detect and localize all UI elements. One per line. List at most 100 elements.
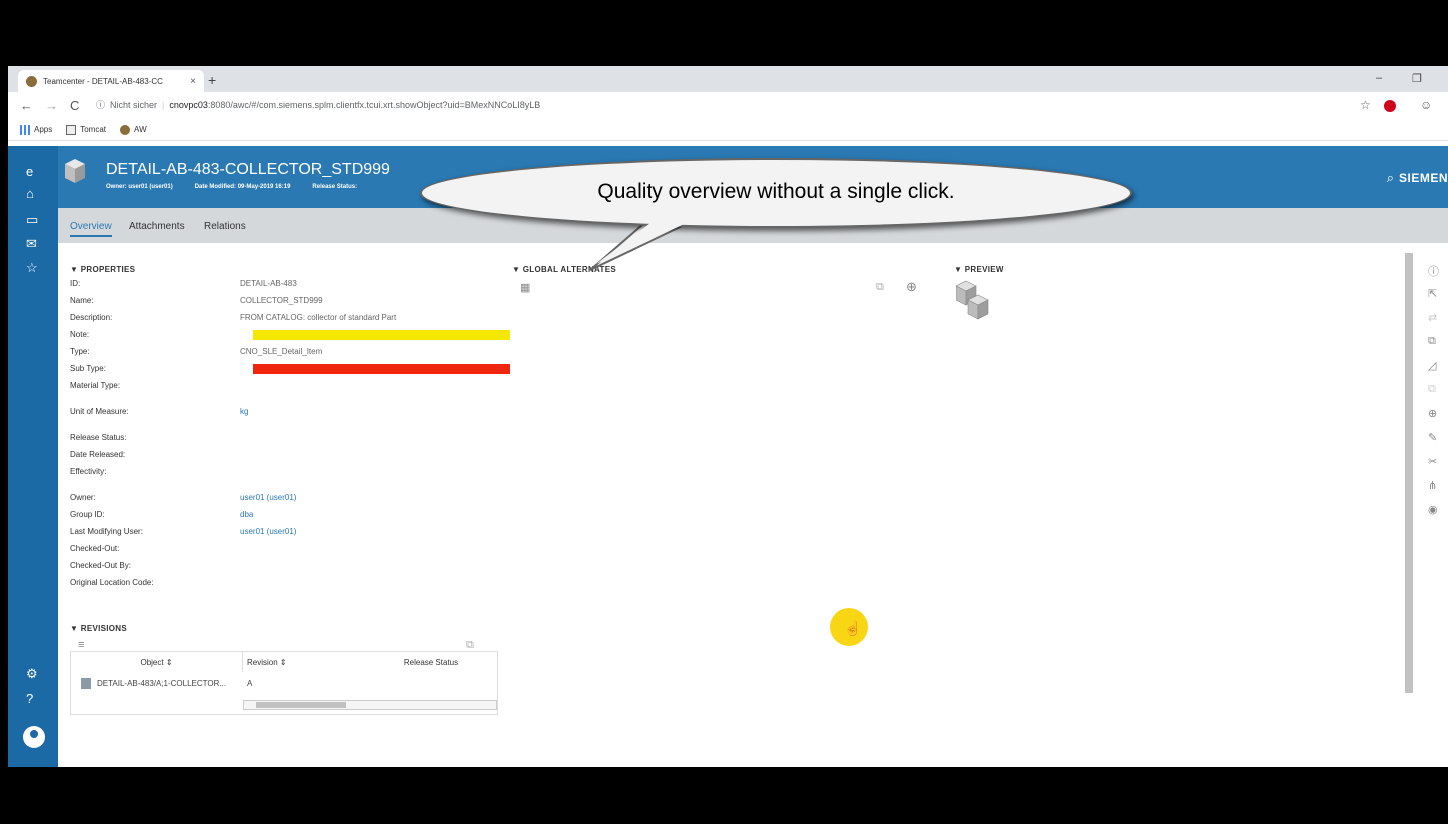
revisions-table: Object ⇕ Revision ⇕ Release Status DETAI… (70, 651, 498, 715)
url-field[interactable]: ⓘ Nicht sicher | cnovpc03:8080/awc/#/com… (96, 98, 540, 111)
col-release-status[interactable]: Release Status (371, 652, 491, 672)
inbox-icon[interactable]: ✉ (26, 236, 37, 252)
property-row: Name: COLLECTOR_STD999 (70, 296, 323, 305)
address-bar: ← → C ⓘ Nicht sicher | cnovpc03:8080/awc… (8, 92, 1448, 119)
property-row: Last Modifying User: user01 (user01) (70, 527, 297, 536)
chart-icon[interactable]: ◿ (1428, 359, 1436, 372)
settings-gear-icon[interactable]: ⚙ (26, 666, 38, 682)
tools-icon[interactable]: ✂ (1428, 455, 1437, 468)
bookmark-aw[interactable]: AW (120, 124, 147, 135)
bookmarks-bar: Apps Tomcat AW (8, 119, 1448, 141)
bookmark-star-icon[interactable]: ☆ (1360, 98, 1371, 112)
revision-cube-icon (81, 677, 91, 689)
properties-header[interactable]: ▼ PROPERTIES (70, 265, 135, 274)
browser-tab[interactable]: Teamcenter - DETAIL-AB-483-CC × (18, 70, 204, 92)
view-eye-icon[interactable]: ◉ (1428, 503, 1438, 516)
owner-meta: Owner: user01 (user01) (106, 184, 173, 190)
paste-icon[interactable]: ⧉ (1428, 335, 1436, 348)
share-icon[interactable]: ⋔ (1428, 479, 1437, 492)
property-row: Date Released: (70, 450, 126, 459)
info-icon: ⓘ (96, 100, 106, 110)
property-row: Effectivity: (70, 467, 107, 476)
tomcat-icon (66, 124, 77, 135)
revisions-header[interactable]: ▼ REVISIONS (70, 624, 127, 633)
right-toolbar: ⓘ ⇱ ⇄ ⧉ ◿ ⧉ ⊕ ✎ ✂ ⋔ ◉ (1404, 251, 1448, 761)
table-grid-icon[interactable]: ▦ (520, 281, 530, 294)
favorites-star-icon[interactable]: ☆ (26, 260, 38, 276)
back-icon[interactable]: ← (20, 98, 33, 113)
adblock-icon[interactable] (1384, 100, 1396, 112)
forward-icon[interactable]: → (45, 98, 58, 113)
compare-icon[interactable]: ⇄ (1428, 311, 1437, 324)
subtype-highlight-bar (253, 364, 510, 374)
property-row: Group ID: dba (70, 510, 254, 519)
item-cube-icon (65, 159, 85, 183)
property-row: Description: FROM CATALOG: collector of s… (70, 313, 397, 322)
duplicate-icon[interactable]: ⧉ (1428, 383, 1436, 396)
callout-bubble: Quality overview without a single click. (420, 158, 1132, 278)
callout-tail-cover (596, 220, 691, 264)
tab-overview[interactable]: Overview (70, 221, 112, 237)
new-tab-button[interactable]: + (208, 72, 216, 88)
edit-pencil-icon[interactable]: ✎ (1428, 431, 1437, 444)
security-label: Nicht sicher (110, 99, 158, 110)
aw-icon (120, 124, 131, 135)
property-row: Owner: user01 (user01) (70, 493, 297, 502)
siemens-logo: SIEMEN (1398, 171, 1448, 185)
add-panel-icon[interactable]: ⊕ (1428, 407, 1437, 420)
property-row: Original Location Code: (70, 578, 154, 587)
tab-attachments[interactable]: Attachments (129, 221, 185, 232)
restore-icon[interactable]: ❐ (1412, 72, 1422, 85)
tab-title: Teamcenter - DETAIL-AB-483-CC (43, 76, 163, 86)
property-row: Material Type: (70, 381, 121, 390)
property-row: Note: (70, 330, 510, 344)
folder-icon[interactable]: ▭ (26, 212, 38, 228)
screen: Teamcenter - DETAIL-AB-483-CC × + – ❐ ← … (8, 66, 1448, 767)
left-navigation: e ⌂ ▭ ✉ ☆ ⚙ ? (8, 146, 58, 767)
alt-copy-icon[interactable]: ⧉ (876, 281, 884, 294)
scrollbar-thumb[interactable] (256, 702, 346, 708)
callout-text: Quality overview without a single click. (597, 180, 955, 203)
preview-3d-icon (956, 280, 989, 320)
col-object[interactable]: Object ⇕ (71, 652, 243, 672)
user-avatar[interactable] (23, 726, 45, 748)
teamcenter-favicon-icon (26, 75, 37, 87)
profile-icon[interactable]: ☺ (1420, 98, 1432, 112)
home-logo-icon[interactable]: e (26, 164, 33, 179)
header-meta: Owner: user01 (user01) Date Modified: 09… (106, 184, 357, 190)
horizontal-scrollbar[interactable] (243, 700, 497, 710)
info-panel-icon[interactable]: ⓘ (1428, 263, 1439, 279)
property-row: Checked-Out: (70, 544, 120, 553)
revision-cell: A (247, 678, 253, 688)
table-row[interactable]: DETAIL-AB-483/A;1-COLLECTOR... (81, 673, 243, 693)
list-view-icon[interactable]: ≡ (78, 639, 84, 651)
hand-cursor-icon: ☝ (844, 620, 862, 636)
property-row: ID: DETAIL-AB-483 (70, 279, 297, 288)
date-modified-meta: Date Modified: 09-May-2019 16:19 (194, 184, 291, 190)
browser-tabbar: Teamcenter - DETAIL-AB-483-CC × + – ❐ (8, 66, 1448, 92)
minimize-icon[interactable]: – (1376, 72, 1382, 84)
open-in-icon[interactable]: ⇱ (1428, 287, 1437, 300)
property-row: Release Status: (70, 433, 127, 442)
overview-content: ▼ PROPERTIES ID: DETAIL-AB-483 Name: COLLE… (58, 243, 1448, 767)
apps-grid-icon (20, 124, 30, 135)
property-row: Type: CNO_SLE_Detail_Item (70, 347, 323, 356)
release-status-meta: Release Status: (312, 184, 358, 190)
home-icon[interactable]: ⌂ (26, 186, 34, 201)
help-icon[interactable]: ? (26, 691, 33, 706)
object-title: DETAIL-AB-483-COLLECTOR_STD999 (106, 161, 390, 178)
property-row: Checked-Out By: (70, 561, 131, 570)
property-row: Sub Type: (70, 364, 510, 378)
note-highlight-bar (253, 330, 510, 340)
add-icon[interactable]: ⊕ (906, 279, 917, 295)
bookmark-tomcat[interactable]: Tomcat (66, 124, 106, 135)
bookmark-apps[interactable]: Apps (20, 124, 52, 135)
tab-close-icon[interactable]: × (190, 76, 196, 87)
url-host: cnovpc03 (169, 99, 208, 110)
search-icon[interactable]: ⌕ (1387, 170, 1394, 186)
property-row: Unit of Measure: kg (70, 407, 249, 416)
tab-relations[interactable]: Relations (204, 221, 246, 232)
url-path: :8080/awc/#/com.siemens.splm.clientfx.tc… (207, 99, 541, 110)
col-revision[interactable]: Revision ⇕ (247, 652, 367, 672)
reload-icon[interactable]: C (70, 98, 79, 113)
